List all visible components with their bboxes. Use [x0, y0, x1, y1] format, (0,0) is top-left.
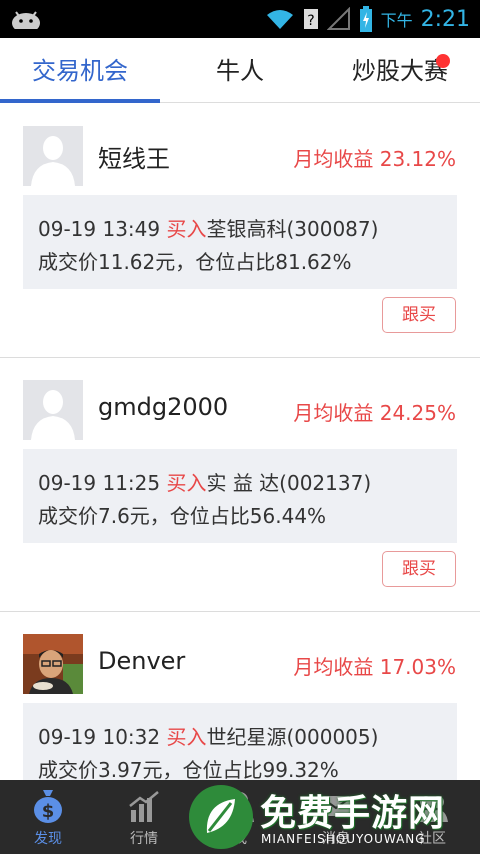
- avatar[interactable]: [23, 634, 83, 694]
- trade-feed[interactable]: 短线王 月均收益 23.12% 09-19 13:49 买入荃银高科(30008…: [0, 103, 480, 780]
- bar-chart-icon: [129, 791, 159, 822]
- trade-price: 成交价3.97元，仓位占比99.32%: [38, 758, 339, 780]
- trade-action: 买入: [166, 471, 207, 495]
- tab-label: 牛人: [216, 57, 264, 85]
- avatar[interactable]: [23, 126, 83, 186]
- username[interactable]: Denver: [98, 647, 185, 675]
- trade-card: Denver 月均收益 17.03% 09-19 10:32 买入世纪星源(00…: [0, 611, 480, 780]
- android-icon: [12, 11, 40, 29]
- follow-buy-button[interactable]: 跟买: [382, 297, 456, 333]
- tab-trading-opportunities[interactable]: 交易机会: [0, 38, 160, 102]
- trade-price: 成交价11.62元，仓位占比81.62%: [38, 250, 352, 274]
- follow-buy-button[interactable]: 跟买: [382, 551, 456, 587]
- status-time: 2:21: [420, 6, 470, 32]
- trade-detail: 09-19 13:49 买入荃银高科(300087) 成交价11.62元，仓位占…: [23, 195, 457, 289]
- tab-stock-contest[interactable]: 炒股大赛: [320, 38, 480, 102]
- yield-value: 23.12%: [379, 147, 456, 171]
- trade-time: 09-19 10:32: [38, 725, 161, 749]
- default-avatar-icon: [23, 126, 83, 186]
- svg-text:$: $: [42, 801, 55, 822]
- stock-name: 荃银高科(300087): [206, 217, 379, 241]
- yield-value: 24.25%: [379, 401, 456, 425]
- default-avatar-icon: [23, 380, 83, 440]
- wifi-icon: [266, 10, 293, 29]
- trade-detail: 09-19 11:25 买入实 益 达(002137) 成交价7.6元，仓位占比…: [23, 449, 457, 543]
- watermark: 免费手游网 MIANFEISHOUYOUWANG: [185, 780, 475, 854]
- user-photo-avatar: [23, 634, 83, 694]
- yield-label: 月均收益: [293, 147, 374, 171]
- tab-experts[interactable]: 牛人: [160, 38, 320, 102]
- monthly-yield: 月均收益 24.25%: [293, 397, 456, 426]
- trade-line: 09-19 13:49 买入荃银高科(300087): [38, 213, 378, 242]
- watermark-title: 免费手游网: [260, 793, 446, 834]
- watermark-logo-icon: [189, 785, 253, 849]
- yield-value: 17.03%: [379, 655, 456, 679]
- trade-line: 09-19 10:32 买入世纪星源(000005): [38, 721, 378, 750]
- sim-unknown-icon: ?: [303, 9, 318, 29]
- nav-label: 发现: [34, 831, 62, 847]
- trade-card: gmdg2000 月均收益 24.25% 09-19 11:25 买入实 益 达…: [0, 357, 480, 612]
- monthly-yield: 月均收益 23.12%: [293, 143, 456, 172]
- trade-action: 买入: [166, 725, 207, 749]
- stock-name: 世纪星源(000005): [206, 725, 379, 749]
- trade-line: 09-19 11:25 买入实 益 达(002137): [38, 467, 371, 496]
- money-bag-icon: $: [34, 790, 62, 823]
- notification-dot: [436, 54, 450, 68]
- nav-discover[interactable]: $ 发现: [0, 780, 96, 854]
- nav-market[interactable]: 行情: [96, 780, 192, 854]
- trade-price: 成交价7.6元，仓位占比56.44%: [38, 504, 327, 528]
- avatar[interactable]: [23, 380, 83, 440]
- battery-charging-icon: [359, 6, 372, 32]
- trade-time: 09-19 11:25: [38, 471, 161, 495]
- trade-action: 买入: [166, 217, 207, 241]
- stock-name: 实 益 达(002137): [206, 471, 372, 495]
- yield-label: 月均收益: [293, 401, 374, 425]
- nav-label: 行情: [130, 831, 158, 847]
- signal-icon: [326, 7, 350, 30]
- monthly-yield: 月均收益 17.03%: [293, 651, 456, 680]
- tab-label: 炒股大赛: [352, 57, 448, 85]
- top-tab-bar: 交易机会 牛人 炒股大赛: [0, 38, 480, 103]
- trade-detail: 09-19 10:32 买入世纪星源(000005) 成交价3.97元，仓位占比…: [23, 703, 457, 780]
- yield-label: 月均收益: [293, 655, 374, 679]
- username[interactable]: gmdg2000: [98, 393, 228, 421]
- trade-time: 09-19 13:49: [38, 217, 161, 241]
- svg-text:?: ?: [307, 13, 314, 29]
- trade-card: 短线王 月均收益 23.12% 09-19 13:49 买入荃银高科(30008…: [0, 103, 480, 358]
- status-ampm: 下午: [380, 11, 413, 30]
- tab-label: 交易机会: [32, 57, 128, 85]
- status-bar: ? 下午 2:21: [0, 0, 480, 38]
- username[interactable]: 短线王: [98, 139, 170, 174]
- watermark-subtitle: MIANFEISHOUYOUWANG: [261, 832, 426, 846]
